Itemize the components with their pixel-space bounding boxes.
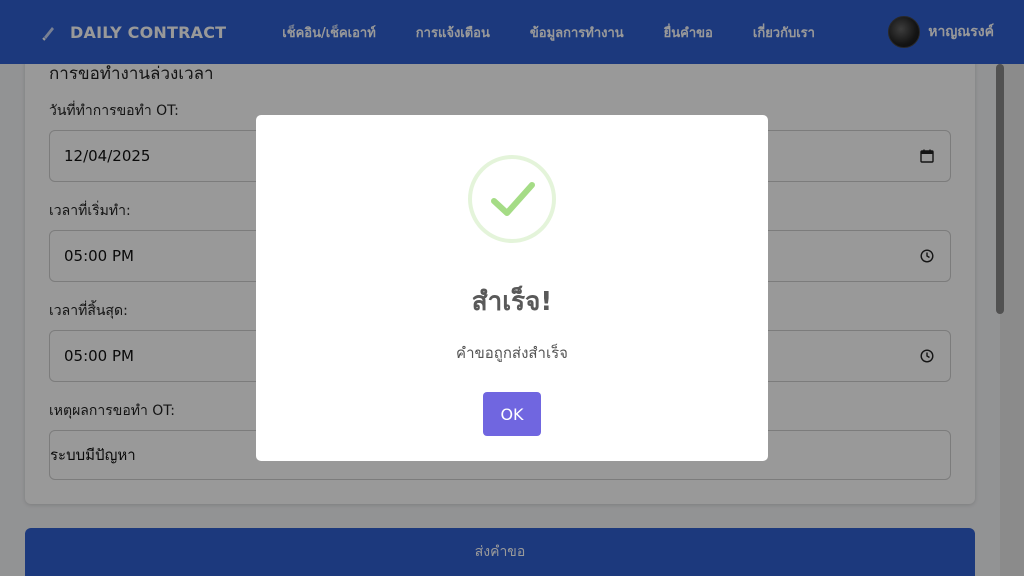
success-dialog: สำเร็จ! คำขอถูกส่งสำเร็จ OK xyxy=(256,115,768,461)
checkmark-icon xyxy=(491,182,535,216)
ok-button[interactable]: OK xyxy=(483,392,541,436)
dialog-title: สำเร็จ! xyxy=(471,287,553,317)
dialog-message: คำขอถูกส่งสำเร็จ xyxy=(456,344,568,362)
